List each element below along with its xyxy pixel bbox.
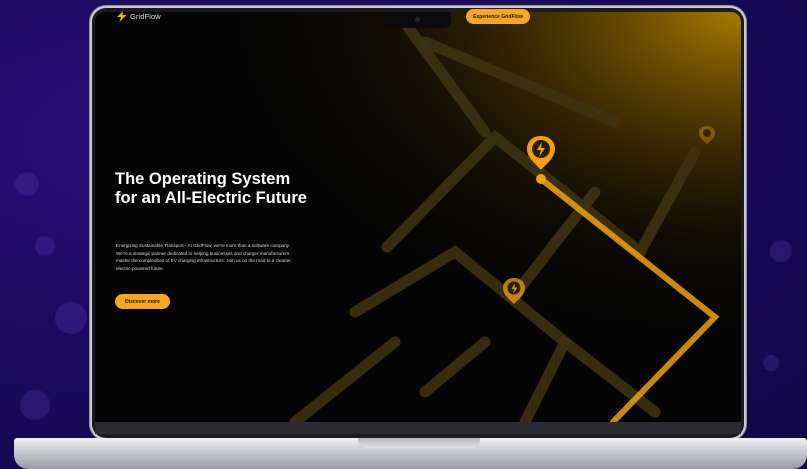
laptop-hinge xyxy=(358,438,480,448)
screen-bottom-bezel xyxy=(95,422,741,434)
camera-icon xyxy=(415,17,420,22)
laptop-screen xyxy=(95,12,741,422)
camera-notch xyxy=(385,12,451,28)
background-bokeh xyxy=(55,302,87,334)
brand-logo[interactable]: GridFlow xyxy=(117,11,161,22)
background-bokeh xyxy=(15,172,39,196)
background-bokeh xyxy=(20,390,50,420)
hero-title: The Operating System for an All-Electric… xyxy=(115,170,307,207)
experience-gridflow-button[interactable]: Experience GridFlow xyxy=(466,9,530,24)
lightning-bolt-icon xyxy=(117,11,127,22)
background-bokeh xyxy=(763,355,779,371)
brand-name: GridFlow xyxy=(130,12,161,21)
background-bokeh xyxy=(770,240,792,262)
hero-description: Energizing Sustainable Transport - At Gr… xyxy=(116,243,292,272)
city-map xyxy=(95,12,741,422)
background-bokeh xyxy=(35,236,55,256)
discover-more-button[interactable]: Discover more xyxy=(115,294,170,309)
